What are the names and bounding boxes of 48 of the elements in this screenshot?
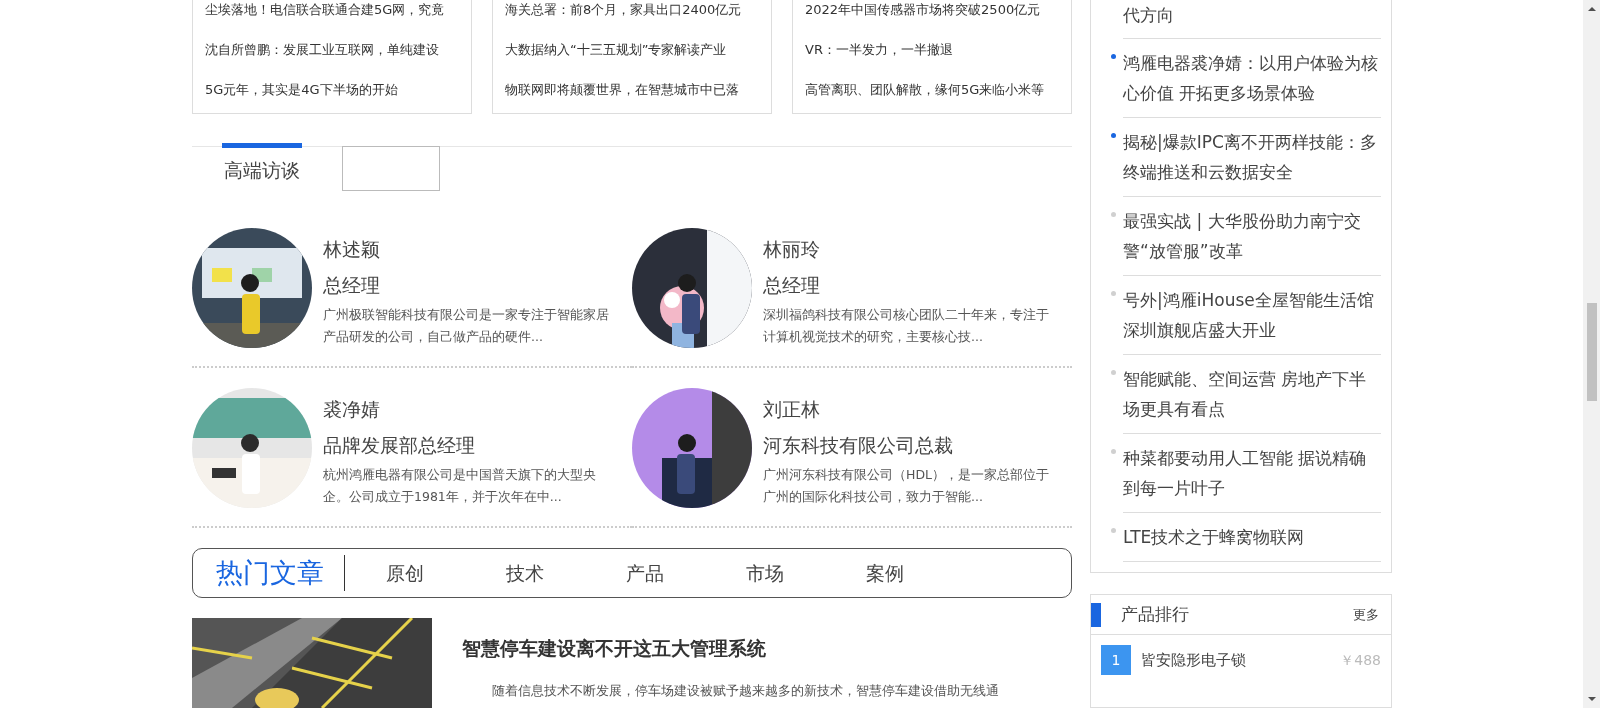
news-link[interactable]: 海关总署：前8个月，家具出口2400亿元 xyxy=(505,0,759,20)
company-summary: 广州河东科技有限公司（HDL），是一家总部位于广州的国际化科技公司，致力于智能... xyxy=(763,466,1050,506)
category-tab[interactable]: 市场 xyxy=(705,558,825,588)
news-link[interactable]: 号外|鸿雁iHouse全屋智能生活馆深圳旗舰店盛大开业 xyxy=(1123,276,1381,355)
company-summary: 深圳福鸽科技有限公司核心团队二十年来，专注于计算机视觉技术的研究，主要核心技... xyxy=(763,306,1050,346)
more-link[interactable]: 更多 xyxy=(1353,604,1379,625)
scrollbar[interactable] xyxy=(1583,0,1600,708)
news-link[interactable]: 最强实战 | 大华股份助力南宁交警“放管服”改革 xyxy=(1123,197,1381,276)
scroll-down-icon[interactable] xyxy=(1587,697,1596,701)
news-link[interactable]: 鸿雁电器裘净婧：以用户体验为核心价值 开拓更多场景体验 xyxy=(1123,39,1381,118)
news-link[interactable]: 种菜都要动用人工智能 据说精确到每一片叶子 xyxy=(1123,434,1381,513)
category-tab[interactable]: 案例 xyxy=(825,558,945,588)
person-name[interactable]: 刘正林 xyxy=(763,396,1053,422)
article-excerpt: 随着信息技术不断发展，停车场建设被赋予越来越多的新技术，智慧停车建设借助无线通 xyxy=(491,681,999,700)
rank-badge: 1 xyxy=(1101,645,1131,675)
news-link[interactable]: 物联网即将颠覆世界，在智慧城市中已落 xyxy=(505,79,759,99)
news-link[interactable]: VR：一半发力，一半撤退 xyxy=(805,39,1059,60)
news-link[interactable]: 大数据纳入“十三五规划”专家解读产业 xyxy=(505,39,759,60)
news-link[interactable]: 沈自所曾鹏：发展工业互联网，单纯建设 xyxy=(205,39,459,60)
person-name[interactable]: 林述颖 xyxy=(323,236,613,262)
news-link[interactable]: 高管离职、团队解散，缘何5G来临小米等 xyxy=(805,79,1059,99)
scroll-up-icon[interactable] xyxy=(1587,7,1596,11)
company-summary: 杭州鸿雁电器有限公司是中国普天旗下的大型央企。公司成立于1981年，并于次年在中... xyxy=(323,466,597,506)
section-title: 热门文章 xyxy=(193,555,345,591)
news-link[interactable]: 5G元年，其实是4G下半场的开始 xyxy=(205,79,459,99)
product-price: ￥488 xyxy=(1340,650,1381,670)
accent-bar xyxy=(1091,602,1101,627)
news-link[interactable]: LTE技术之于蜂窝物联网 xyxy=(1123,513,1381,562)
company-summary: 广州极联智能科技有限公司是一家专注于智能家居产品研发的公司，自己做产品的硬件... xyxy=(323,306,610,346)
person-title: 总经理 xyxy=(323,273,381,298)
news-link[interactable]: 智能赋能、空间运营 房地产下半场更具有看点 xyxy=(1123,355,1381,434)
panel-title: 产品排行 xyxy=(1121,602,1189,626)
news-link[interactable]: 代方向 xyxy=(1123,0,1381,39)
news-link[interactable]: 2022年中国传感器市场将突破2500亿元 xyxy=(805,0,1059,20)
person-title: 总经理 xyxy=(763,273,821,298)
category-tab[interactable]: 产品 xyxy=(585,558,705,588)
news-link[interactable]: 揭秘|爆款IPC离不开两样技能：多终端推送和云数据安全 xyxy=(1123,118,1381,197)
category-tab[interactable]: 技术 xyxy=(465,558,585,588)
article-title[interactable]: 智慧停车建设离不开这五大管理系统 xyxy=(462,634,999,663)
person-name[interactable]: 裘净婧 xyxy=(323,396,613,422)
product-link[interactable]: 皆安隐形电子锁 xyxy=(1141,648,1246,672)
person-name[interactable]: 林丽玲 xyxy=(763,236,1053,262)
section-tab[interactable]: 高端访谈 xyxy=(222,143,302,189)
news-link[interactable]: 尘埃落地！电信联合联通合建5G网，究竟 xyxy=(205,0,459,20)
category-tab[interactable]: 原创 xyxy=(345,558,465,588)
person-title: 品牌发展部总经理 xyxy=(323,433,476,458)
scrollbar-thumb[interactable] xyxy=(1586,303,1597,401)
person-title: 河东科技有限公司总裁 xyxy=(763,433,954,458)
